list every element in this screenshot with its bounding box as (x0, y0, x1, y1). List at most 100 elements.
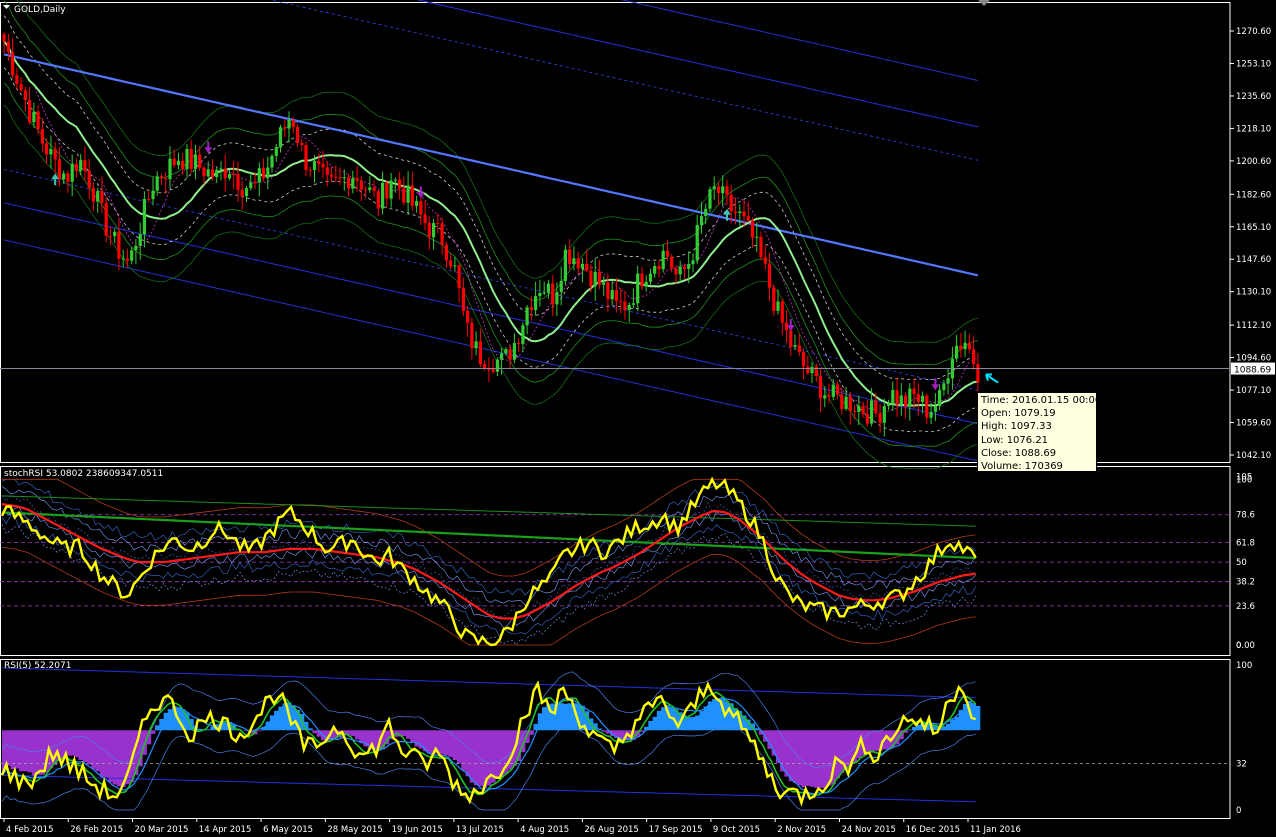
candle-body (610, 290, 614, 300)
candle-body (164, 178, 168, 180)
candle-body (589, 270, 593, 287)
candle-body (529, 307, 533, 310)
candle-body (28, 100, 32, 123)
candle-body (87, 170, 91, 188)
candle-body (312, 161, 317, 171)
date-tick-label: 26 Aug 2015 (584, 825, 638, 835)
price-tick-label: 1235.60 (1236, 92, 1271, 102)
rsi-histogram-bar (206, 729, 211, 731)
candle-body (657, 266, 661, 270)
candle-body (972, 349, 976, 365)
candle-body (687, 264, 691, 269)
ohlc-tooltip: Time: 2016.01.15 00:00 Open: 1079.19 Hig… (977, 392, 1101, 472)
rsi-histogram-bar (597, 728, 602, 731)
candle-body (674, 268, 678, 275)
candle-body (317, 161, 321, 164)
candle-body (96, 191, 100, 202)
candle-body (385, 182, 389, 199)
candle-body (508, 349, 512, 360)
rsi-histogram-bar (699, 711, 704, 731)
price-tick-label: 1094.60 (1236, 354, 1271, 364)
rsi-histogram-bar (452, 730, 458, 760)
candle-body (712, 186, 716, 190)
price-tick-label: 1112.10 (1236, 321, 1271, 331)
candle-body (967, 342, 971, 350)
date-tick-label: 26 Feb 2015 (70, 825, 123, 835)
candle-body (861, 405, 865, 414)
candle-body (708, 189, 712, 209)
current-price-value: 1088.69 (1234, 366, 1271, 376)
rsi-histogram-bar (350, 730, 356, 737)
price-tick-label: 1253.10 (1236, 59, 1271, 69)
candle-body (249, 182, 253, 189)
candle-body (308, 169, 312, 171)
candle-body (215, 169, 219, 178)
rsi-tick-label: 32 (1236, 760, 1247, 770)
candle-body (91, 187, 95, 202)
rsi-histogram-bar (312, 730, 317, 734)
candle-body (147, 199, 151, 200)
candle-body (334, 176, 338, 178)
rsi-histogram-bar (427, 730, 432, 754)
rsi-histogram-bar (440, 730, 445, 755)
rsi-histogram-bar (36, 730, 41, 775)
candle-body (45, 143, 49, 155)
price-tick-label: 1218.10 (1236, 124, 1271, 134)
candle-body (100, 191, 104, 203)
rsi-histogram-bar (529, 730, 534, 735)
candle-body (631, 303, 635, 305)
candle-body (746, 216, 750, 221)
candle-body (130, 250, 134, 261)
stoch-tick-label: 23.6 (1236, 602, 1255, 612)
candle-body (364, 189, 368, 191)
date-tick-label: 28 May 2015 (327, 825, 382, 835)
candle-body (453, 265, 457, 267)
candle-body (865, 414, 869, 424)
candle-body (572, 258, 576, 264)
candle-body (823, 395, 827, 399)
candle-body (580, 263, 584, 269)
candle-body (929, 411, 933, 418)
price-tick-label: 1270.60 (1236, 27, 1271, 37)
date-tick-label: 2 Nov 2015 (777, 825, 826, 835)
candle-body (933, 406, 937, 412)
candle-body (244, 188, 249, 197)
candle-body (627, 304, 631, 311)
candle-body (878, 413, 882, 423)
candle-body (6, 41, 10, 52)
price-tick-label: 1182.60 (1236, 190, 1271, 200)
rsi-histogram-bar (82, 730, 88, 762)
candle-body (853, 411, 857, 412)
rsi-histogram-bar (444, 730, 449, 756)
date-tick-label: 13 Jul 2015 (456, 825, 504, 835)
candle-body (704, 208, 708, 216)
candle-body (261, 168, 266, 179)
candle-body (19, 84, 23, 91)
candle-body (36, 111, 40, 130)
rsi-histogram-bar (975, 706, 981, 731)
candle-body (138, 234, 142, 246)
rsi-histogram-bar (775, 730, 781, 763)
candle-body (857, 405, 861, 412)
candle-body (461, 287, 465, 311)
candle-body (585, 263, 589, 271)
candle-body (614, 290, 618, 301)
candle-body (474, 341, 478, 349)
candle-body (62, 173, 66, 180)
candle-body (801, 352, 806, 367)
candle-body (410, 185, 414, 206)
rsi-histogram-bar (78, 730, 84, 760)
candle-body (427, 223, 431, 238)
candle-body (342, 177, 346, 179)
candle-body (721, 186, 725, 194)
candle-body (916, 394, 920, 402)
candle-body (444, 244, 448, 261)
candle-body (389, 180, 393, 199)
candle-body (538, 293, 542, 297)
candle-body (240, 190, 244, 197)
date-tick-label: 20 Mar 2015 (135, 825, 189, 835)
candle-body (691, 260, 695, 265)
candle-body (134, 245, 138, 251)
rsi-histogram-bar (461, 730, 466, 771)
candle-body (793, 345, 797, 347)
